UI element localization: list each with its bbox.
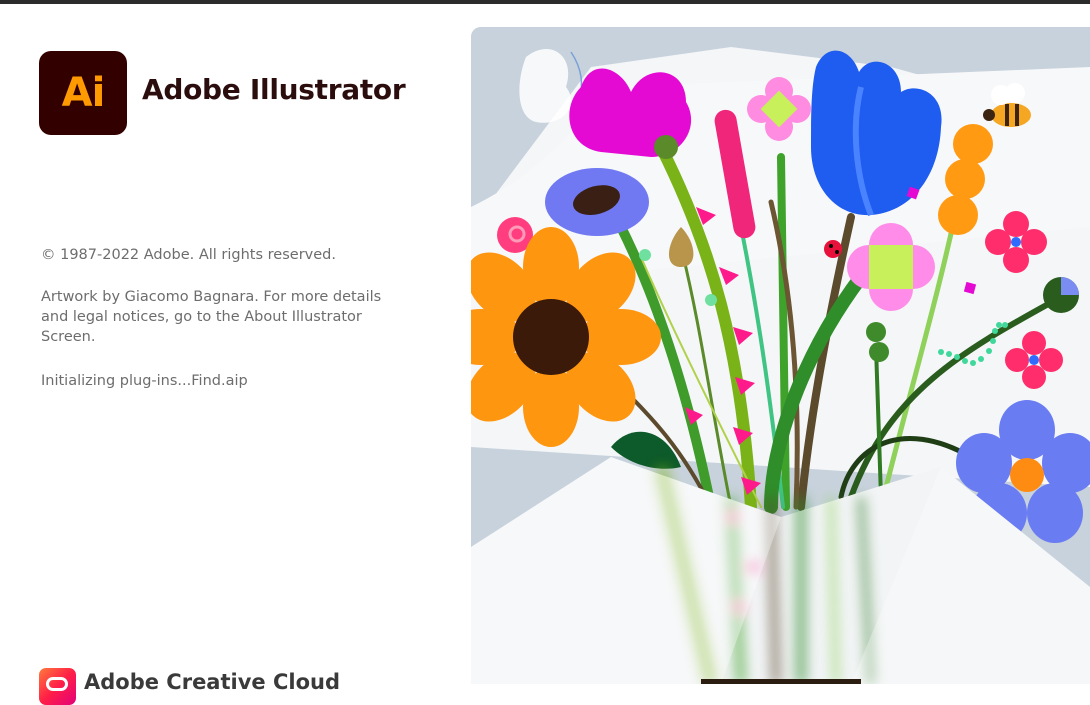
flower-bouquet-illustration xyxy=(471,27,1090,684)
creative-cloud-icon xyxy=(39,668,76,705)
window-top-edge xyxy=(0,0,1090,4)
logo-letters: Ai xyxy=(61,70,106,116)
artwork-credits-text: Artwork by Giacomo Bagnara. For more det… xyxy=(41,289,382,345)
loading-status-text: Initializing plug-ins...Find.aip xyxy=(41,373,248,389)
app-title: Adobe Illustrator xyxy=(142,73,406,106)
splash-artwork xyxy=(471,27,1090,684)
illustrator-logo-icon: Ai xyxy=(39,51,127,135)
copyright-text: © 1987-2022 Adobe. All rights reserved. xyxy=(41,247,336,263)
creative-cloud-label: Adobe Creative Cloud xyxy=(84,670,340,694)
